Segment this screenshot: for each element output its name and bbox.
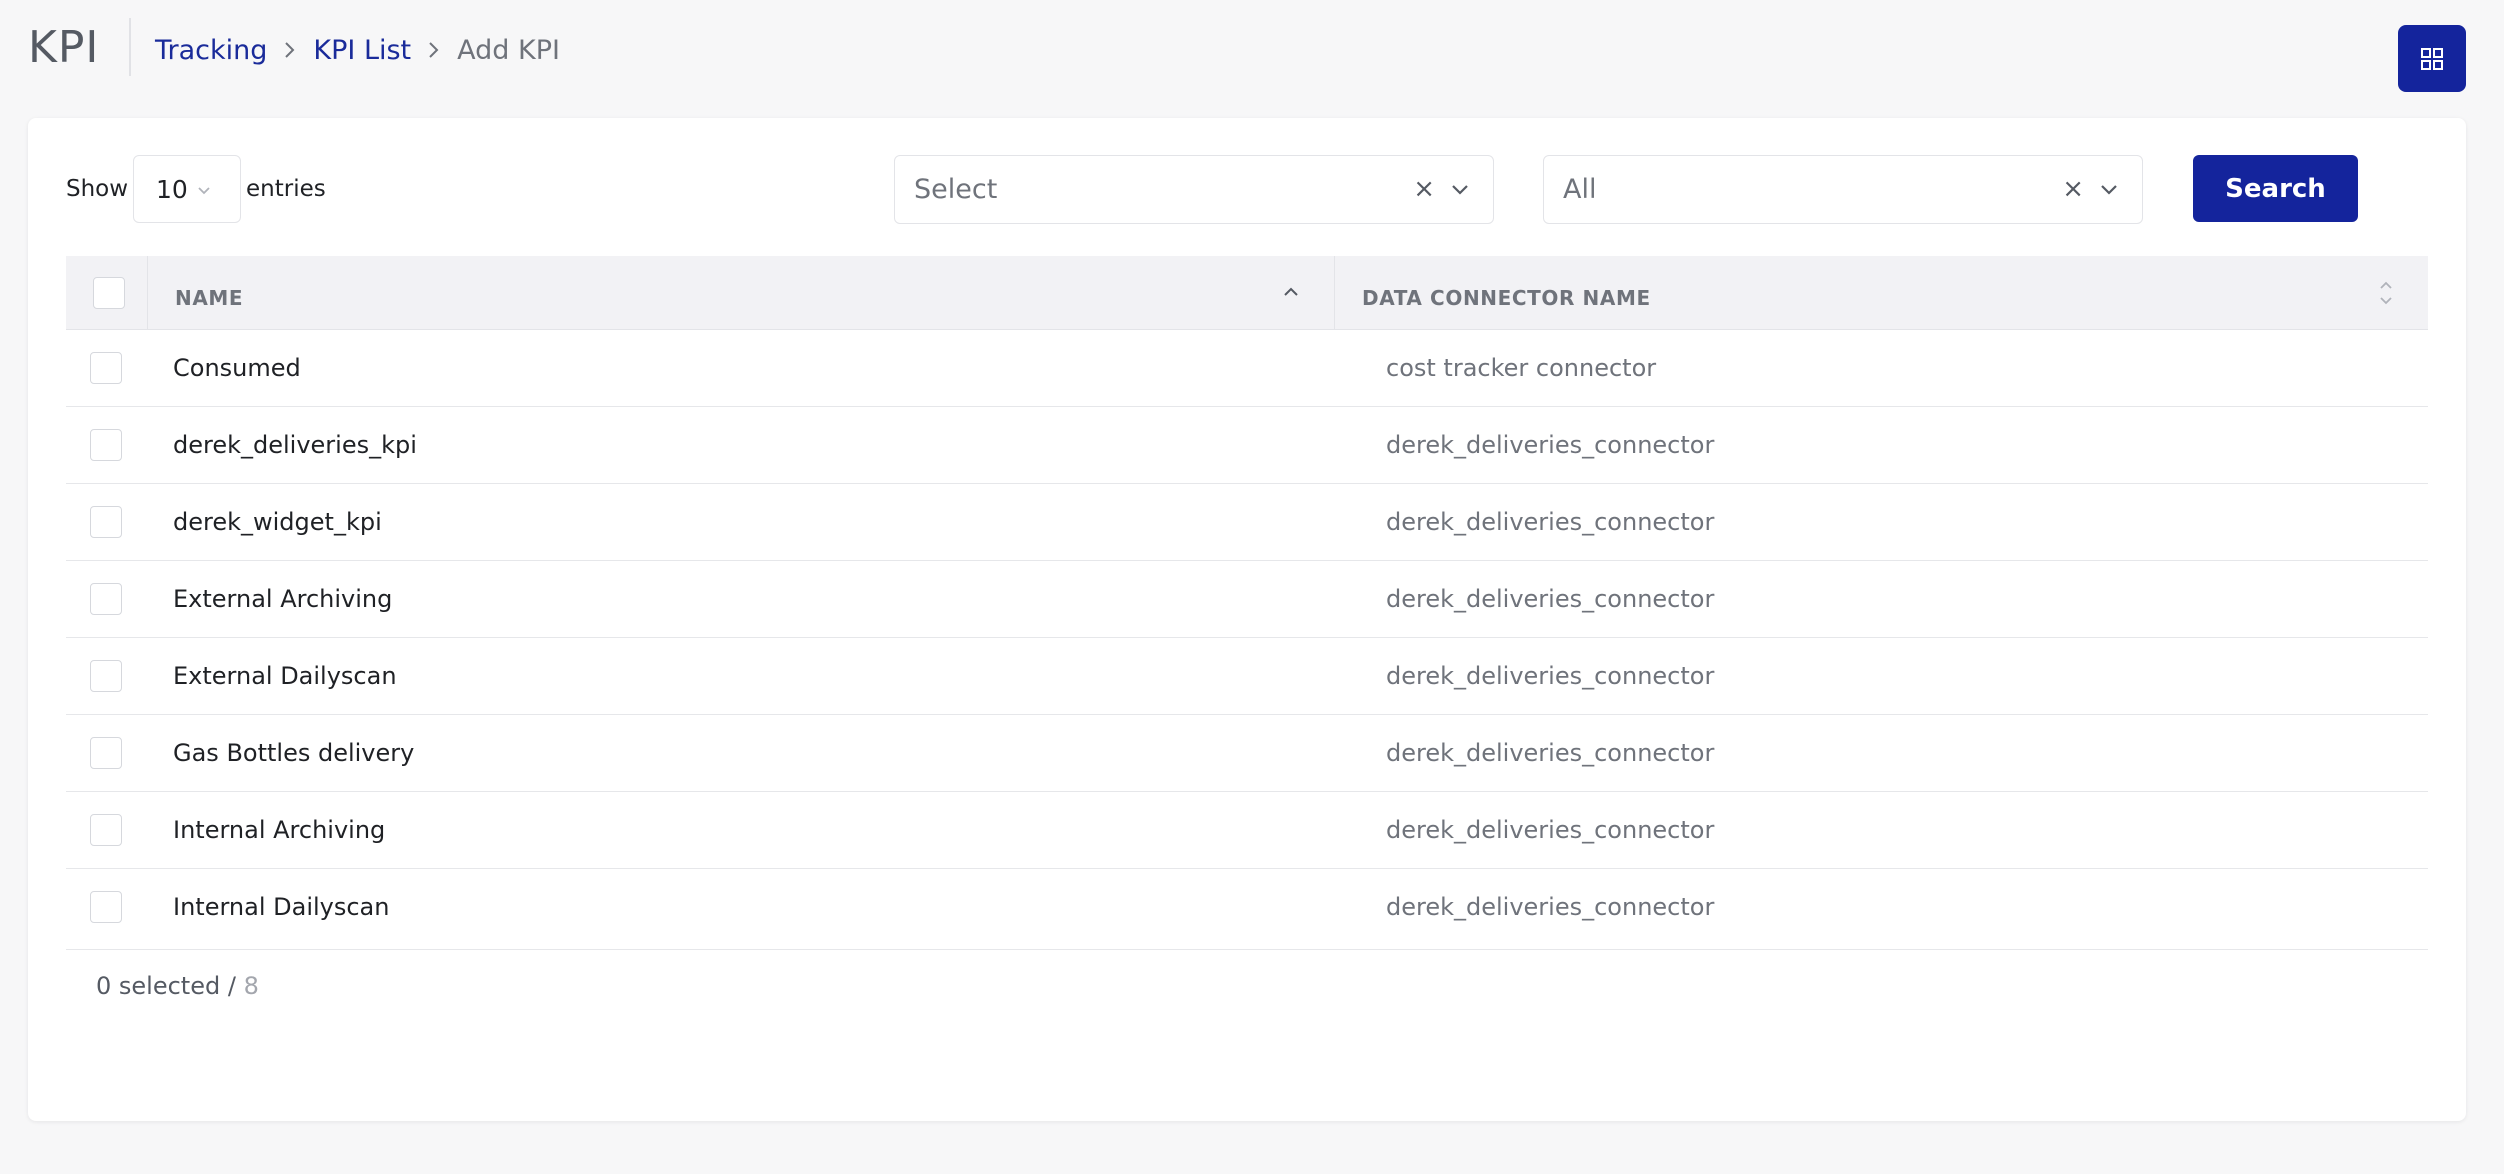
grid-icon <box>2421 47 2443 70</box>
column-header-name[interactable]: NAME <box>148 256 1335 330</box>
kpi-name: derek_widget_kpi <box>173 508 382 536</box>
total-count: 8 <box>243 972 259 1000</box>
kpi-name: Internal Archiving <box>173 816 386 844</box>
column-header-connector[interactable]: DATA CONNECTOR NAME <box>1335 256 2428 330</box>
row-checkbox[interactable] <box>90 429 122 461</box>
status-filter-select[interactable]: All × <box>1543 155 2143 224</box>
connector-name: derek_deliveries_connector <box>1386 816 1715 844</box>
table-row[interactable]: Consumed cost tracker connector <box>66 330 2428 407</box>
column-header-name-label[interactable]: NAME <box>175 286 243 310</box>
row-checkbox[interactable] <box>90 660 122 692</box>
entries-label: entries <box>246 176 326 202</box>
app-menu-button[interactable] <box>2398 25 2466 92</box>
row-checkbox[interactable] <box>90 814 122 846</box>
row-checkbox[interactable] <box>90 506 122 538</box>
connector-name: derek_deliveries_connector <box>1386 585 1715 613</box>
table-row[interactable]: External Dailyscan derek_deliveries_conn… <box>66 638 2428 715</box>
column-header-connector-label[interactable]: DATA CONNECTOR NAME <box>1362 286 1651 310</box>
kpi-name: Consumed <box>173 354 301 382</box>
sort-icon[interactable] <box>2378 278 2394 308</box>
connector-name: derek_deliveries_connector <box>1386 893 1715 921</box>
row-checkbox[interactable] <box>90 891 122 923</box>
chevron-down-icon[interactable] <box>2100 184 2118 196</box>
title-divider <box>129 18 131 76</box>
table-row[interactable]: derek_deliveries_kpi derek_deliveries_co… <box>66 407 2428 484</box>
entries-per-page-select[interactable]: 10 <box>133 155 241 223</box>
row-checkbox[interactable] <box>90 583 122 615</box>
connector-name: cost tracker connector <box>1386 354 1657 382</box>
chevron-up-icon[interactable] <box>1282 286 1300 298</box>
kpi-name: Internal Dailyscan <box>173 893 390 921</box>
table-row[interactable]: derek_widget_kpi derek_deliveries_connec… <box>66 484 2428 561</box>
chevron-right-icon <box>267 41 313 59</box>
breadcrumb-tracking-link[interactable]: Tracking <box>155 35 267 66</box>
kpi-table: NAME DATA CONNECTOR NAME Consumed cost t… <box>66 256 2428 950</box>
connector-name: derek_deliveries_connector <box>1386 739 1715 767</box>
table-row[interactable]: External Archiving derek_deliveries_conn… <box>66 561 2428 638</box>
table-row[interactable]: Internal Archiving derek_deliveries_conn… <box>66 792 2428 869</box>
select-all-cell <box>66 256 148 330</box>
kpi-name: derek_deliveries_kpi <box>173 431 417 459</box>
breadcrumb: Tracking KPI List Add KPI <box>155 32 560 68</box>
clear-filter-icon[interactable]: × <box>1413 174 1435 204</box>
row-checkbox[interactable] <box>90 737 122 769</box>
clear-status-filter-icon[interactable]: × <box>2062 174 2084 204</box>
row-checkbox[interactable] <box>90 352 122 384</box>
table-header: NAME DATA CONNECTOR NAME <box>66 256 2428 330</box>
show-label: Show <box>66 176 129 202</box>
chevron-down-icon[interactable] <box>1451 184 1469 196</box>
kpi-table-card: Show 10 entries Select × All × Search NA… <box>28 118 2466 1121</box>
table-row[interactable]: Internal Dailyscan derek_deliveries_conn… <box>66 869 2428 950</box>
chevron-right-icon <box>411 41 457 59</box>
chevron-down-icon <box>198 187 210 195</box>
kpi-name: Gas Bottles delivery <box>173 739 415 767</box>
status-filter-value: All <box>1563 174 1597 205</box>
breadcrumb-kpi-list-link[interactable]: KPI List <box>313 35 411 66</box>
selection-count: 0 selected / 8 <box>96 972 259 1000</box>
filter-select[interactable]: Select × <box>894 155 1494 224</box>
connector-name: derek_deliveries_connector <box>1386 662 1715 690</box>
table-row[interactable]: Gas Bottles delivery derek_deliveries_co… <box>66 715 2428 792</box>
top-bar: KPI Tracking KPI List Add KPI <box>0 0 2504 110</box>
selected-count-label: 0 selected / <box>96 972 244 1000</box>
select-all-checkbox[interactable] <box>93 277 125 309</box>
filter-select-placeholder: Select <box>914 174 998 205</box>
entries-per-page-value: 10 <box>156 174 188 204</box>
connector-name: derek_deliveries_connector <box>1386 431 1715 459</box>
kpi-name: External Archiving <box>173 585 393 613</box>
page-title: KPI <box>28 22 100 73</box>
search-button[interactable]: Search <box>2193 155 2358 222</box>
connector-name: derek_deliveries_connector <box>1386 508 1715 536</box>
breadcrumb-current: Add KPI <box>457 34 560 66</box>
kpi-name: External Dailyscan <box>173 662 397 690</box>
